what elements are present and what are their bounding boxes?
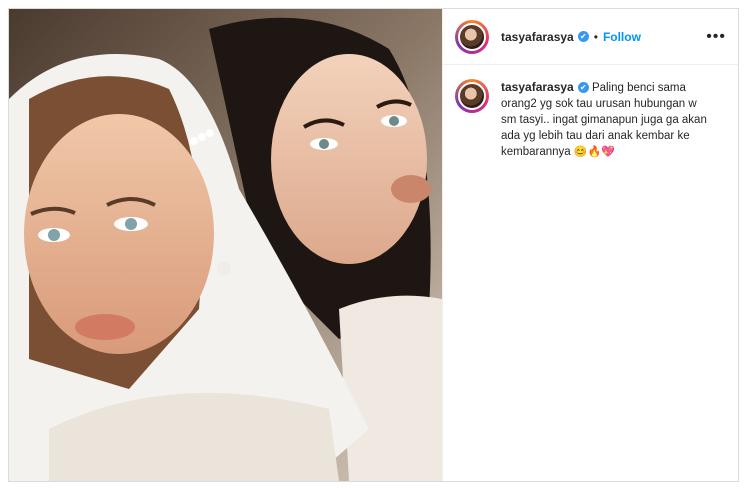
caption-avatar[interactable] [458, 82, 486, 110]
caption-username-link[interactable]: tasyafarasya [501, 80, 574, 94]
caption-emojis: 😊🔥💖 [573, 146, 615, 158]
verified-badge-icon: ✔ [577, 31, 589, 42]
avatar[interactable] [458, 22, 486, 51]
more-options-icon[interactable]: ••• [706, 28, 726, 46]
follow-button[interactable]: Follow [603, 30, 641, 44]
username-link[interactable]: tasyafarasya [501, 30, 574, 44]
post-header: tasyafarasya ✔ • Follow ••• [443, 9, 738, 65]
post-photo[interactable] [9, 9, 442, 481]
instagram-post: tasyafarasya ✔ • Follow ••• tasyafarasya… [8, 8, 739, 482]
story-ring[interactable] [455, 19, 489, 54]
separator-dot: • [593, 29, 598, 44]
post-photo-illustration [9, 9, 442, 481]
caption-text-block: tasyafarasya ✔ Paling benci sama orang2 y… [501, 79, 711, 160]
caption-story-ring[interactable] [455, 79, 489, 113]
caption-verified-badge-icon: ✔ [577, 82, 589, 94]
post-sidebar: tasyafarasya ✔ • Follow ••• tasyafarasya… [442, 9, 738, 481]
caption-row: tasyafarasya ✔ Paling benci sama orang2 y… [443, 65, 738, 174]
